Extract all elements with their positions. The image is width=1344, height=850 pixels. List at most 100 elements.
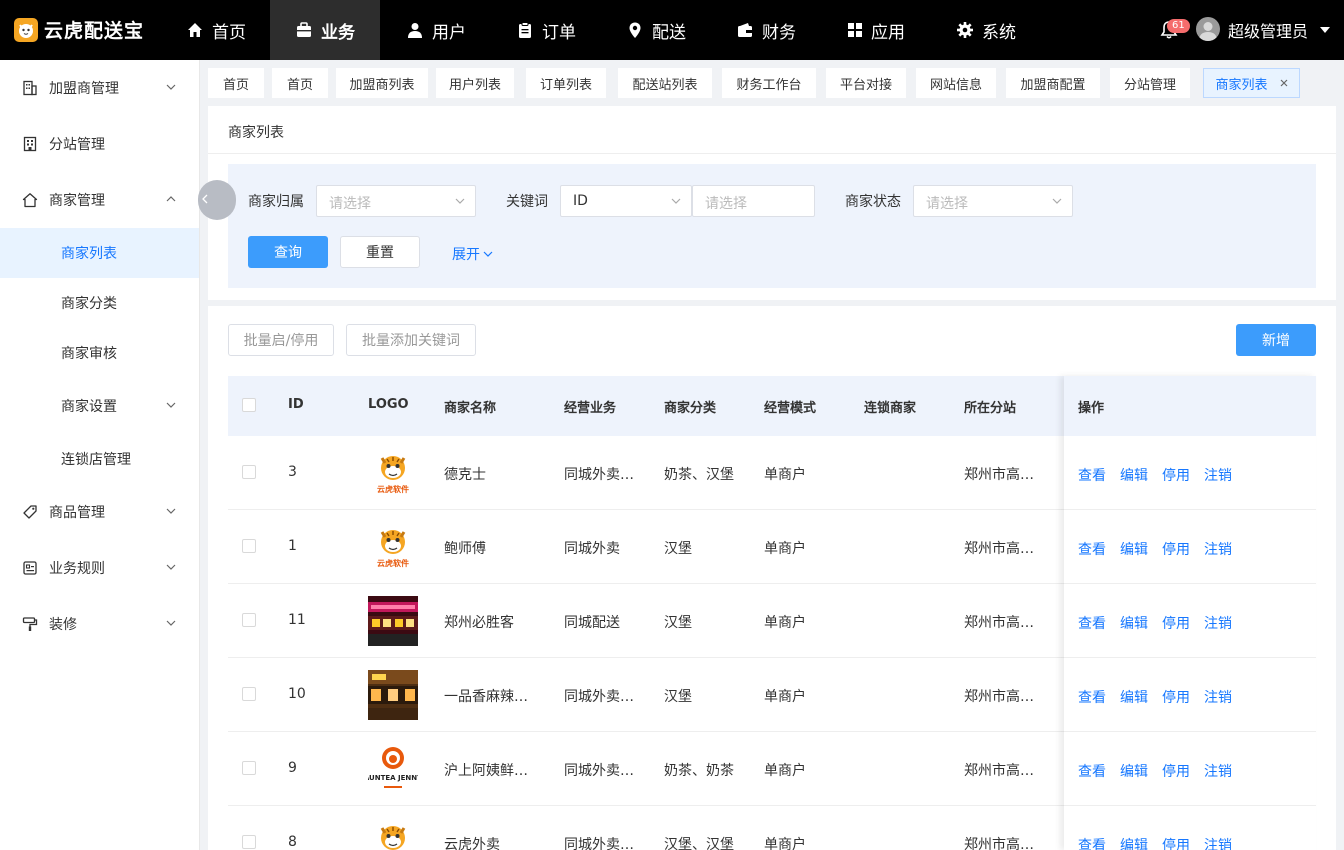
tab-site-info[interactable]: 网站信息 <box>916 68 996 98</box>
view-link[interactable]: 查看 <box>1078 613 1106 633</box>
disable-link[interactable]: 停用 <box>1162 761 1190 781</box>
column-header: ID <box>288 397 304 412</box>
cell-business: 同城外卖… <box>564 763 634 779</box>
sidebar-item-label: 商家分类 <box>61 296 117 312</box>
nav-system[interactable]: 系统 <box>942 0 1030 60</box>
tab-station-management[interactable]: 分站管理 <box>1110 68 1190 98</box>
disable-link[interactable]: 停用 <box>1162 539 1190 559</box>
deregister-link[interactable]: 注销 <box>1204 687 1232 707</box>
deregister-link[interactable]: 注销 <box>1204 539 1232 559</box>
view-link[interactable]: 查看 <box>1078 539 1106 559</box>
chevron-up-icon <box>166 196 176 202</box>
row-checkbox[interactable] <box>242 539 256 553</box>
keyword-type-select[interactable]: ID <box>560 185 692 217</box>
owner-select[interactable]: 请选择 <box>316 185 476 217</box>
username[interactable]: 超级管理员 <box>1228 18 1308 42</box>
caret-down-icon[interactable] <box>1320 27 1330 33</box>
page-header: 商家列表 <box>208 106 1336 154</box>
cell-id: 9 <box>288 760 297 776</box>
chevron-down-icon <box>455 198 465 204</box>
close-icon[interactable] <box>1280 79 1288 87</box>
sidebar-item-merchant-review[interactable]: 商家审核 <box>0 328 199 378</box>
expand-link[interactable]: 展开 <box>452 244 493 264</box>
nav-orders[interactable]: 订单 <box>502 0 590 60</box>
operations-cell: 查看 编辑 停用 注销 <box>1064 510 1316 584</box>
reset-button[interactable]: 重置 <box>340 236 420 268</box>
row-checkbox[interactable] <box>242 613 256 627</box>
cell-mode: 单商户 <box>764 837 806 850</box>
row-checkbox[interactable] <box>242 465 256 479</box>
merchant-logo: 云虎软件 <box>368 818 418 850</box>
tab-finance-workbench[interactable]: 财务工作台 <box>722 68 816 98</box>
deregister-link[interactable]: 注销 <box>1204 835 1232 850</box>
sidebar-item-chain-stores[interactable]: 连锁店管理 <box>0 434 199 484</box>
cell-mode: 单商户 <box>764 467 806 483</box>
view-link[interactable]: 查看 <box>1078 465 1106 485</box>
sidebar-item-franchise[interactable]: 加盟商管理 <box>0 63 199 113</box>
tab-station-list[interactable]: 配送站列表 <box>618 68 712 98</box>
operations-cell: 查看 编辑 停用 注销 <box>1064 806 1316 850</box>
tab-franchise-list[interactable]: 加盟商列表 <box>336 68 428 98</box>
edit-link[interactable]: 编辑 <box>1120 835 1148 850</box>
row-checkbox[interactable] <box>242 687 256 701</box>
view-link[interactable]: 查看 <box>1078 835 1106 850</box>
nav-apps[interactable]: 应用 <box>832 0 920 60</box>
nav-delivery[interactable]: 配送 <box>612 0 700 60</box>
keyword-input[interactable]: 请选择 <box>692 185 815 217</box>
tab-home[interactable]: 首页 <box>208 68 264 98</box>
edit-link[interactable]: 编辑 <box>1120 761 1148 781</box>
deregister-link[interactable]: 注销 <box>1204 613 1232 633</box>
sidebar-collapse-handle[interactable] <box>198 180 236 220</box>
add-button[interactable]: 新增 <box>1236 324 1316 356</box>
sidebar-item-label: 商家审核 <box>61 346 117 362</box>
tab-platform-integration[interactable]: 平台对接 <box>826 68 906 98</box>
sidebar-item-merchants[interactable]: 商家管理 <box>0 175 199 225</box>
disable-link[interactable]: 停用 <box>1162 465 1190 485</box>
status-select[interactable]: 请选择 <box>913 185 1073 217</box>
nav-finance[interactable]: 财务 <box>722 0 810 60</box>
disable-link[interactable]: 停用 <box>1162 835 1190 850</box>
keyword-placeholder: 请选择 <box>705 196 747 212</box>
app-logo[interactable]: 云虎配送宝 <box>14 16 144 43</box>
sidebar-item-stations[interactable]: 分站管理 <box>0 119 199 169</box>
row-checkbox[interactable] <box>242 761 256 775</box>
tab-user-list[interactable]: 用户列表 <box>436 68 514 98</box>
batch-keyword-button[interactable]: 批量添加关键词 <box>346 324 476 356</box>
tab-label: 平台对接 <box>839 77 892 93</box>
nav-home[interactable]: 首页 <box>172 0 260 60</box>
nav-business[interactable]: 业务 <box>270 0 380 60</box>
tab-order-list[interactable]: 订单列表 <box>526 68 606 98</box>
sidebar-item-merchant-settings[interactable]: 商家设置 <box>0 381 199 431</box>
edit-link[interactable]: 编辑 <box>1120 687 1148 707</box>
building-icon <box>23 80 37 96</box>
sidebar-item-merchant-list[interactable]: 商家列表 <box>0 228 199 278</box>
view-link[interactable]: 查看 <box>1078 761 1106 781</box>
chevron-down-icon <box>166 402 176 408</box>
tab-franchise-config[interactable]: 加盟商配置 <box>1006 68 1100 98</box>
row-checkbox[interactable] <box>242 835 256 849</box>
sidebar-item-business-rules[interactable]: 业务规则 <box>0 543 199 593</box>
top-navbar: 云虎配送宝 首页 业务 用户 订单 配送 财务 应用 系统 61 超级管理员 <box>0 0 1344 60</box>
disable-link[interactable]: 停用 <box>1162 613 1190 633</box>
sidebar-item-merchant-category[interactable]: 商家分类 <box>0 278 199 328</box>
logo-text: 云虎软件 <box>377 484 409 494</box>
avatar[interactable] <box>1196 17 1220 41</box>
sidebar-item-decoration[interactable]: 装修 <box>0 599 199 649</box>
view-link[interactable]: 查看 <box>1078 687 1106 707</box>
tab-merchant-list[interactable]: 商家列表 <box>1203 68 1300 98</box>
deregister-link[interactable]: 注销 <box>1204 465 1232 485</box>
disable-link[interactable]: 停用 <box>1162 687 1190 707</box>
tab-home-2[interactable]: 首页 <box>272 68 328 98</box>
select-all-checkbox[interactable] <box>242 398 256 412</box>
batch-toggle-button[interactable]: 批量启/停用 <box>228 324 334 356</box>
clipboard-icon <box>519 22 531 38</box>
sidebar-item-products[interactable]: 商品管理 <box>0 487 199 537</box>
edit-link[interactable]: 编辑 <box>1120 539 1148 559</box>
tiger-logo-icon <box>14 17 38 42</box>
query-button[interactable]: 查询 <box>248 236 328 268</box>
edit-link[interactable]: 编辑 <box>1120 465 1148 485</box>
chevron-down-icon <box>671 198 681 204</box>
edit-link[interactable]: 编辑 <box>1120 613 1148 633</box>
deregister-link[interactable]: 注销 <box>1204 761 1232 781</box>
nav-users[interactable]: 用户 <box>392 0 480 60</box>
